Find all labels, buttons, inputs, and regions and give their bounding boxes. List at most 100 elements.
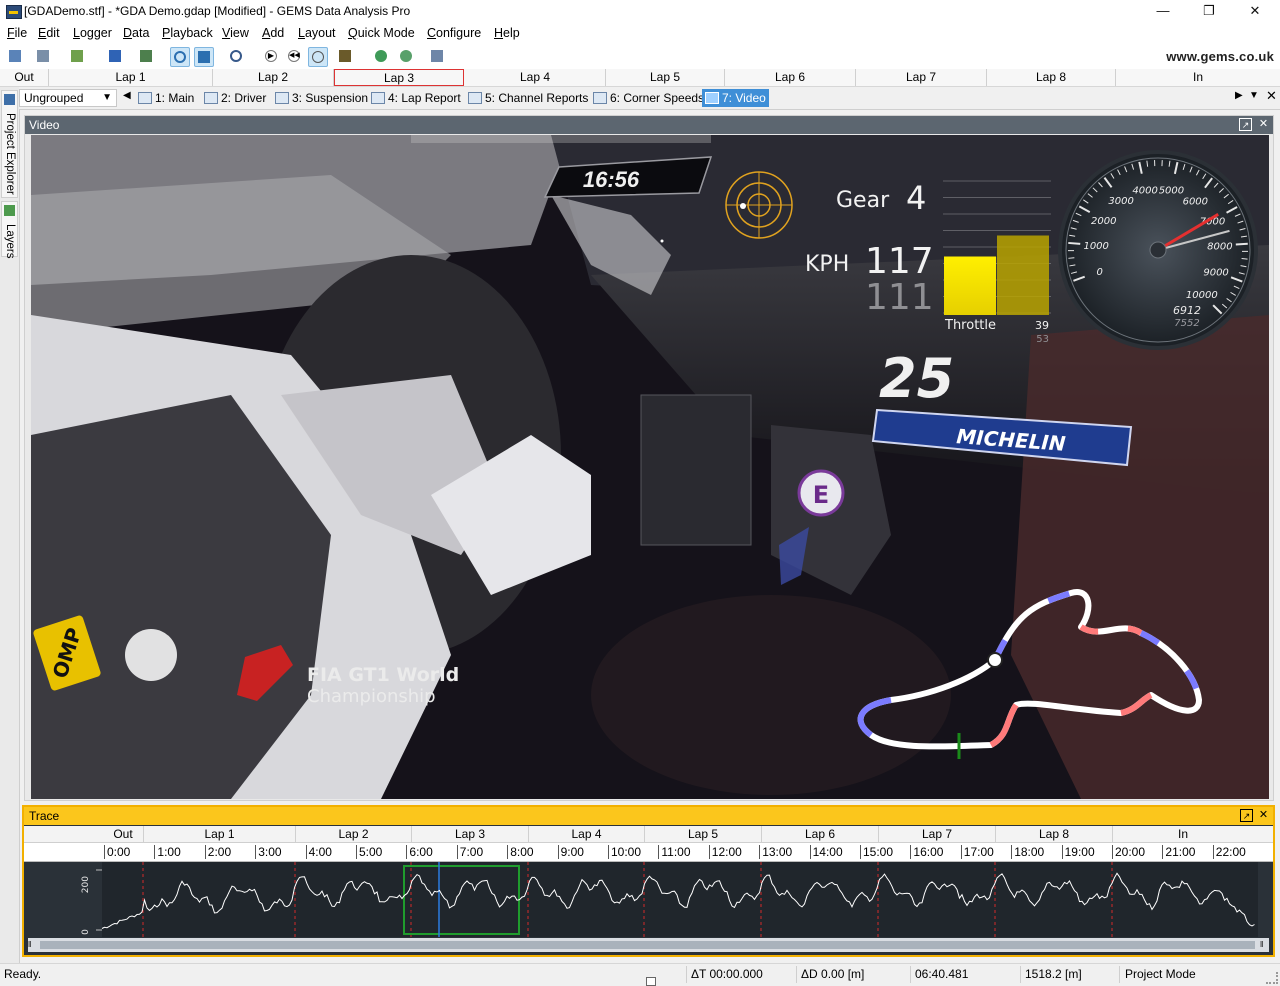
save-button[interactable] — [106, 47, 124, 65]
zoom-fit-button[interactable] — [194, 47, 214, 67]
menu-bar: File Edit Logger Data Playback View Add … — [0, 23, 1280, 44]
left-sidebar: Project Explorer Layers — [0, 87, 20, 963]
trace-lap-in[interactable]: In — [1113, 826, 1253, 842]
trace-lap-out[interactable]: Out — [103, 826, 144, 842]
tab-corner-speeds[interactable]: 6: Corner Speeds — [590, 89, 707, 107]
trace-lap-6[interactable]: Lap 6 — [762, 826, 879, 842]
video-frame[interactable]: 16:56 Gear 4 KPH 117 111 Thro — [31, 135, 1269, 799]
tab-close-icon[interactable]: ✕ — [1266, 88, 1277, 104]
trace-lap-5[interactable]: Lap 5 — [645, 826, 762, 842]
status-separator — [1020, 966, 1021, 983]
status-bar: Ready. ΔT 00:00.000 ΔD 0.00 [m] 06:40.48… — [0, 963, 1280, 985]
menu-layout[interactable]: Layout — [298, 26, 336, 40]
rewind-button[interactable]: ◀◀ — [285, 47, 303, 65]
zoom-button[interactable] — [227, 47, 245, 65]
layers-tab[interactable]: Layers — [1, 201, 18, 257]
lap-1[interactable]: Lap 1 — [49, 69, 213, 86]
trace-scroll-thumb[interactable] — [40, 941, 1255, 949]
tab-main[interactable]: 1: Main — [135, 89, 197, 107]
trace-plot[interactable]: 200 0 — [24, 862, 1273, 937]
lap-4[interactable]: Lap 4 — [465, 69, 606, 86]
chevron-down-icon: ▼ — [102, 92, 112, 103]
trace-close-icon[interactable]: ✕ — [1257, 809, 1270, 822]
gems-website-link[interactable]: www.gems.co.uk — [1166, 49, 1274, 64]
loop-button[interactable] — [308, 47, 328, 67]
menu-data[interactable]: Data — [123, 26, 149, 40]
menu-help[interactable]: Help — [494, 26, 520, 40]
project-explorer-tab[interactable]: Project Explorer — [1, 90, 18, 198]
lap-7[interactable]: Lap 7 — [856, 69, 987, 86]
tab-video[interactable]: 7: Video — [702, 89, 769, 107]
trace-lap-2[interactable]: Lap 2 — [296, 826, 412, 842]
logger-connect-button[interactable] — [68, 47, 86, 65]
cursor-mode-button[interactable] — [170, 47, 190, 67]
trace-lap-3[interactable]: Lap 3 — [412, 826, 529, 842]
markers-button[interactable] — [336, 47, 354, 65]
close-button[interactable]: ✕ — [1232, 0, 1278, 22]
menu-quick-mode[interactable]: Quick Mode — [348, 26, 415, 40]
menu-logger[interactable]: Logger — [73, 26, 112, 40]
throttle-reference-value: 53 — [1036, 334, 1049, 345]
rpm-scale-label: 1000 — [1083, 241, 1108, 252]
tab-scroll-left-icon[interactable]: ◀ — [123, 90, 131, 101]
scroll-right-icon[interactable]: ‖ — [1260, 941, 1268, 949]
tab-lap-report[interactable]: 4: Lap Report — [368, 89, 464, 107]
lap-2[interactable]: Lap 2 — [213, 69, 334, 86]
menu-add[interactable]: Add — [262, 26, 284, 40]
tab-scroll-right-icon[interactable]: ▶ — [1235, 90, 1243, 101]
layout-page-icon — [593, 92, 607, 104]
trace-time-tick: 8:00 — [507, 845, 533, 859]
status-checkbox[interactable] — [646, 977, 656, 986]
minimize-button[interactable]: — — [1140, 0, 1186, 22]
layout-icon — [431, 50, 443, 62]
video-panel-header: Video ↗ ✕ — [25, 116, 1273, 134]
layers-icon — [4, 205, 15, 216]
save-icon — [109, 50, 121, 62]
trace-lap-7[interactable]: Lap 7 — [879, 826, 996, 842]
play-button[interactable]: ▶ — [262, 47, 280, 65]
open-button[interactable] — [34, 47, 52, 65]
trace-lap-8[interactable]: Lap 8 — [996, 826, 1113, 842]
new-project-button[interactable] — [6, 47, 24, 65]
trace-time-tick: 10:00 — [608, 845, 641, 859]
lap-5[interactable]: Lap 5 — [606, 69, 725, 86]
lap-6[interactable]: Lap 6 — [725, 69, 856, 86]
menu-edit[interactable]: Edit — [38, 26, 60, 40]
lap-8[interactable]: Lap 8 — [987, 69, 1116, 86]
scroll-left-icon[interactable]: ‖ — [28, 941, 36, 949]
lap-3[interactable]: Lap 3 — [334, 69, 464, 86]
status-separator — [1119, 966, 1120, 983]
menu-view[interactable]: View — [222, 26, 249, 40]
status-separator — [796, 966, 797, 983]
tab-channel-reports[interactable]: 5: Channel Reports — [465, 89, 591, 107]
lap-out[interactable]: Out — [0, 69, 49, 86]
tab-driver[interactable]: 2: Driver — [201, 89, 269, 107]
printer-icon — [37, 50, 49, 62]
menu-playback[interactable]: Playback — [162, 26, 213, 40]
trace-time-tick: 3:00 — [255, 845, 281, 859]
rpm-scale-label: 5000 — [1159, 185, 1184, 196]
clock-text: 16:56 — [583, 167, 640, 192]
trace-maximize-icon[interactable]: ↗ — [1240, 809, 1253, 822]
video-close-icon[interactable]: ✕ — [1257, 118, 1270, 131]
trace-scrollbar[interactable]: ‖ ‖ — [28, 938, 1269, 952]
maximize-button[interactable]: ❐ — [1186, 0, 1232, 22]
export-icon — [140, 50, 152, 62]
refresh-button[interactable] — [372, 47, 390, 65]
resize-grip-icon[interactable] — [1266, 972, 1278, 984]
layout-page-icon — [705, 92, 719, 104]
group-select[interactable]: Ungrouped▼ — [19, 89, 117, 107]
tab-suspension[interactable]: 3: Suspension — [272, 89, 371, 107]
trace-lap-4[interactable]: Lap 4 — [529, 826, 645, 842]
menu-configure[interactable]: Configure — [427, 26, 481, 40]
video-maximize-icon[interactable]: ↗ — [1239, 118, 1252, 131]
sync-button[interactable] — [397, 47, 415, 65]
tab-list-chevron-icon[interactable]: ▼ — [1249, 90, 1259, 101]
menu-file[interactable]: File — [7, 26, 27, 40]
layout-button[interactable] — [428, 47, 446, 65]
trace-y-tick-0: 0 — [81, 929, 91, 935]
export-button[interactable] — [137, 47, 155, 65]
rpm-tick — [1068, 243, 1080, 244]
lap-in[interactable]: In — [1116, 69, 1280, 86]
trace-lap-1[interactable]: Lap 1 — [144, 826, 296, 842]
